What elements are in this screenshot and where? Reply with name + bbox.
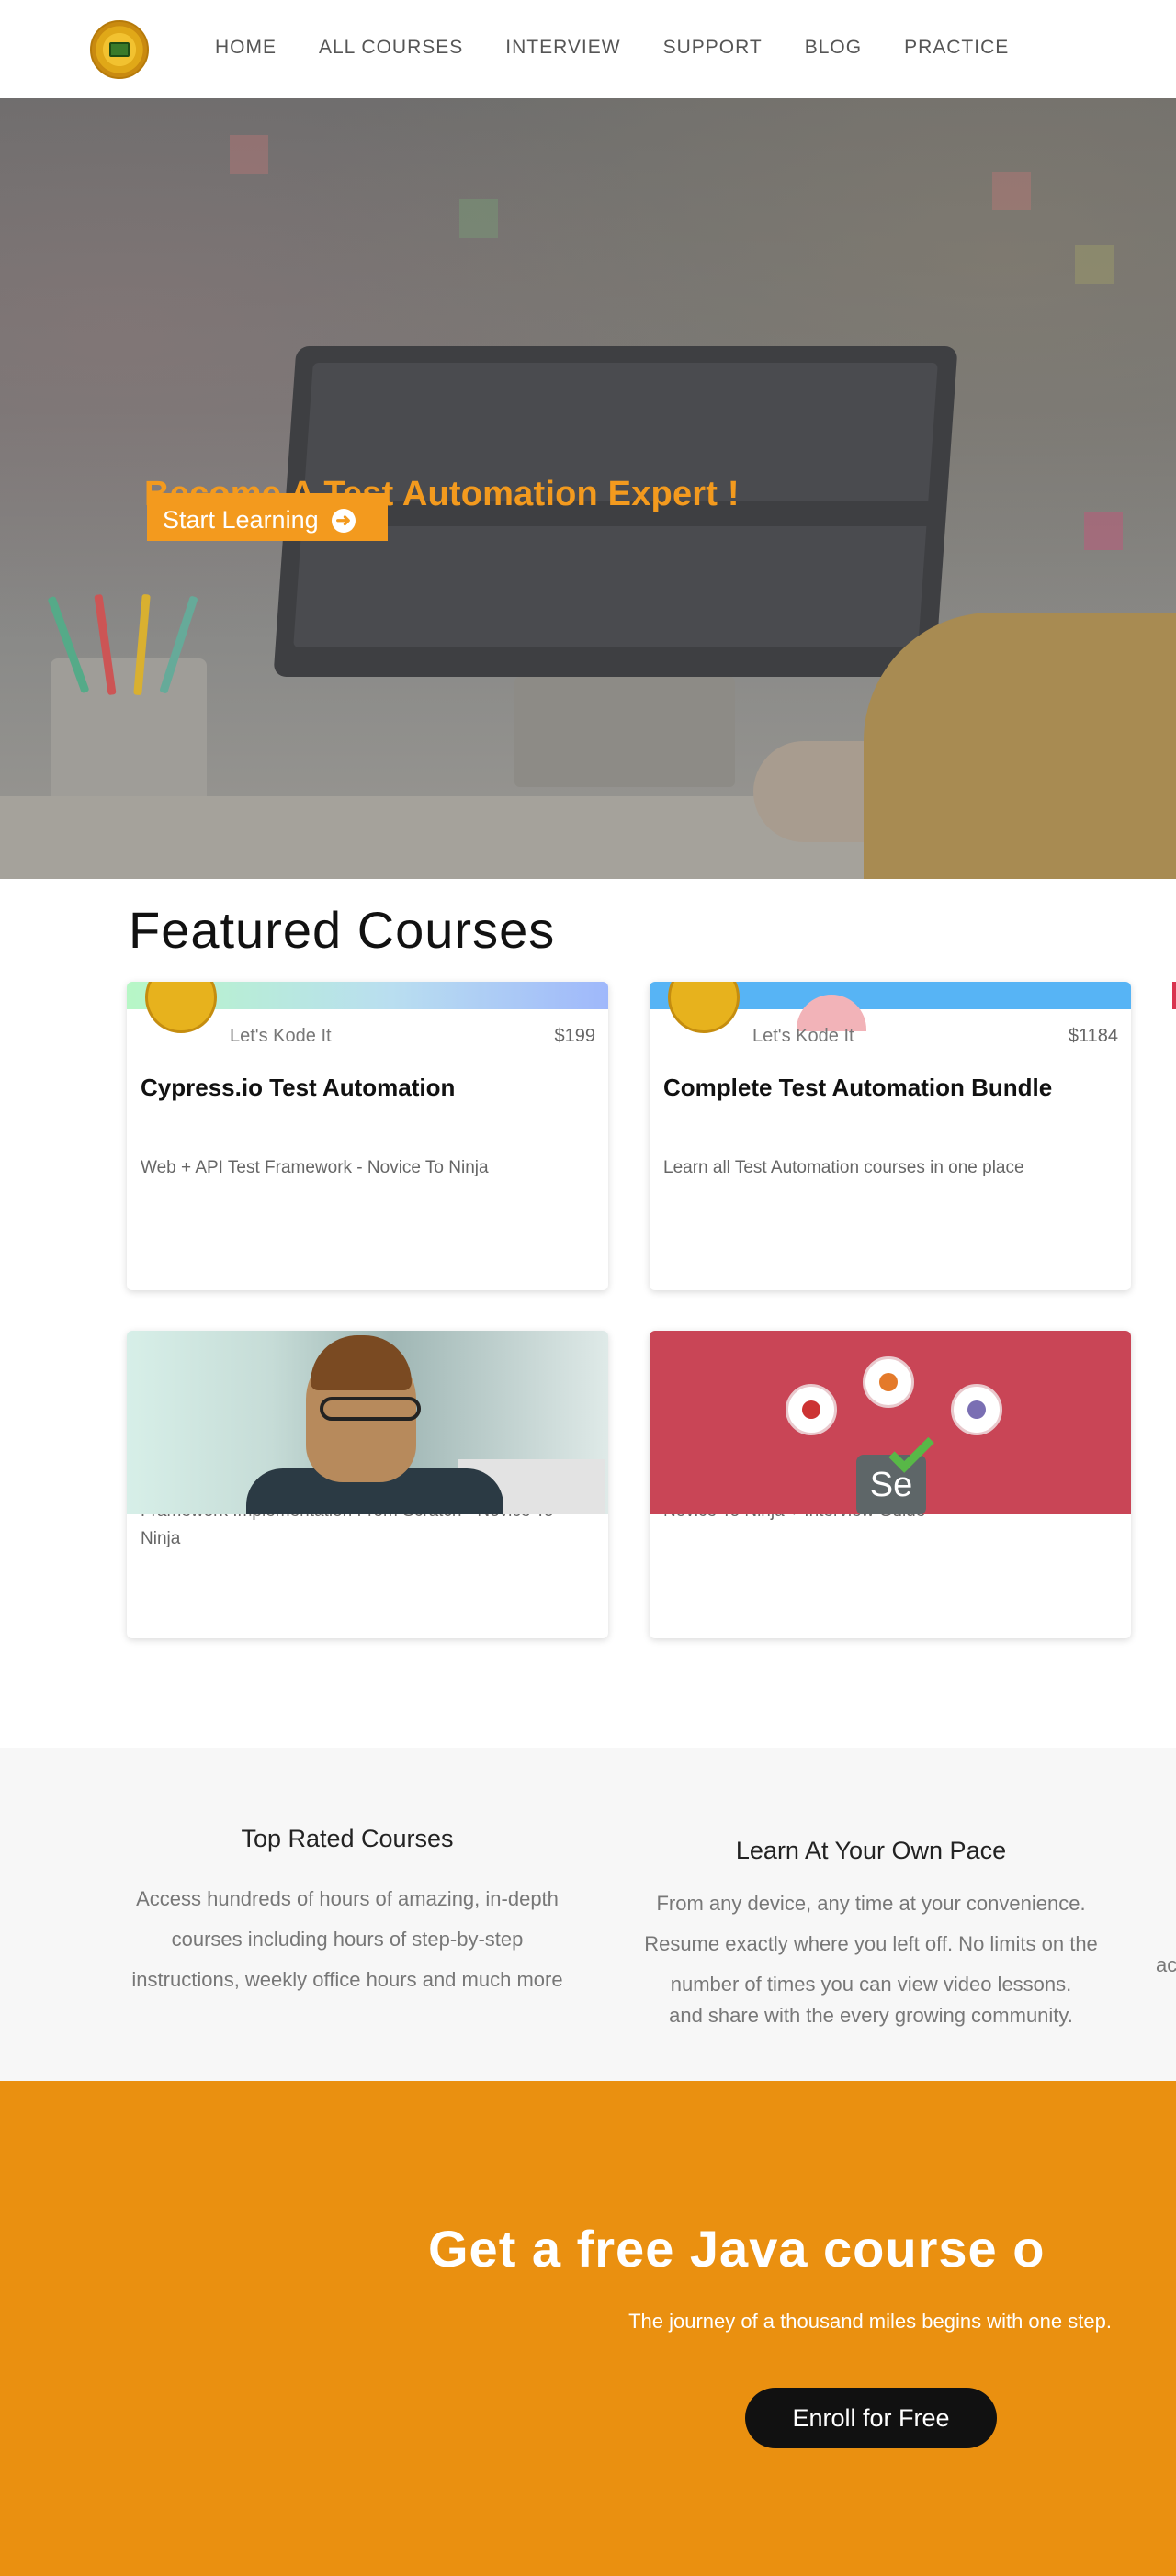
feature-title: Learn At Your Own Pace — [735, 1837, 1007, 1864]
start-learning-label: Start Learning — [163, 506, 319, 534]
nav-practice[interactable]: PRACTICE — [904, 37, 1009, 59]
author-avatar — [145, 982, 217, 1035]
cta-title: Get a free Java course o — [428, 2220, 1046, 2278]
cta-subtitle: The journey of a thousand miles begins w… — [628, 2310, 1112, 2333]
feature-top-rated: Top Rated Courses Access hundreds of hou… — [108, 1825, 586, 2000]
course-image-selenium: Se — [650, 1331, 1131, 1514]
course-image-developer — [127, 1331, 608, 1514]
feature-description: From any device, any time at your conven… — [644, 1892, 1098, 2027]
java-icon — [863, 1356, 914, 1408]
nav-all-courses[interactable]: ALL COURSES — [319, 37, 463, 59]
feature-own-pace: Learn At Your Own Pace From any device, … — [614, 1837, 1128, 2027]
enroll-for-free-button[interactable]: Enroll for Free — [745, 2388, 997, 2448]
hero-banner: Become A Test Automation Expert ! Start … — [0, 98, 1176, 879]
nav-blog[interactable]: BLOG — [805, 37, 862, 59]
course-author: Let's Kode It — [752, 1026, 854, 1046]
author-avatar — [668, 982, 740, 1035]
ruby-icon — [786, 1384, 837, 1435]
arrow-right-circle-icon: ➜ — [331, 509, 356, 533]
course-card-cypress[interactable]: Let's Kode It $199 Cypress.io Test Autom… — [127, 982, 608, 1290]
course-title[interactable]: Complete Test Automation Bundle — [663, 1074, 1052, 1102]
course-card-partial — [1172, 982, 1176, 1009]
course-title[interactable]: Cypress.io Test Automation — [141, 1074, 455, 1102]
feature-description: Access hundreds of hours of amazing, in-… — [131, 1887, 563, 1991]
main-nav: HOME ALL COURSES INTERVIEW SUPPORT BLOG … — [215, 37, 1051, 59]
nav-interview[interactable]: INTERVIEW — [505, 37, 620, 59]
start-learning-button[interactable]: Start Learning ➜ — [147, 493, 388, 541]
course-price: $199 — [554, 1026, 596, 1046]
course-author: Let's Kode It — [230, 1026, 332, 1046]
python-icon — [951, 1384, 1002, 1435]
course-subtitle: Learn all Test Automation courses in one… — [663, 1158, 1024, 1177]
course-subtitle: Web + API Test Framework - Novice To Nin… — [141, 1158, 489, 1177]
site-header: HOME ALL COURSES INTERVIEW SUPPORT BLOG … — [0, 0, 1176, 98]
course-card-framework[interactable]: Framework Implementation From Scratch - … — [127, 1331, 608, 1638]
free-course-cta: Get a free Java course o The journey of … — [0, 2081, 1176, 2576]
course-price: $1184 — [1068, 1026, 1118, 1046]
nav-home[interactable]: HOME — [215, 37, 277, 59]
features-section: Top Rated Courses Access hundreds of hou… — [0, 1748, 1176, 2081]
nav-support[interactable]: SUPPORT — [663, 37, 763, 59]
lets-kode-it-logo[interactable] — [90, 20, 149, 79]
featured-courses-title: Featured Courses — [129, 901, 556, 959]
course-card-bundle[interactable]: Let's Kode It $1184 Complete Test Automa… — [650, 982, 1131, 1290]
feature-title: Top Rated Courses — [241, 1825, 454, 1852]
selenium-icon: Se — [856, 1455, 926, 1514]
course-card-selenium[interactable]: Novice To Ninja + Interview Guide Se — [650, 1331, 1131, 1638]
feature-partial: ac — [1156, 1953, 1176, 1976]
